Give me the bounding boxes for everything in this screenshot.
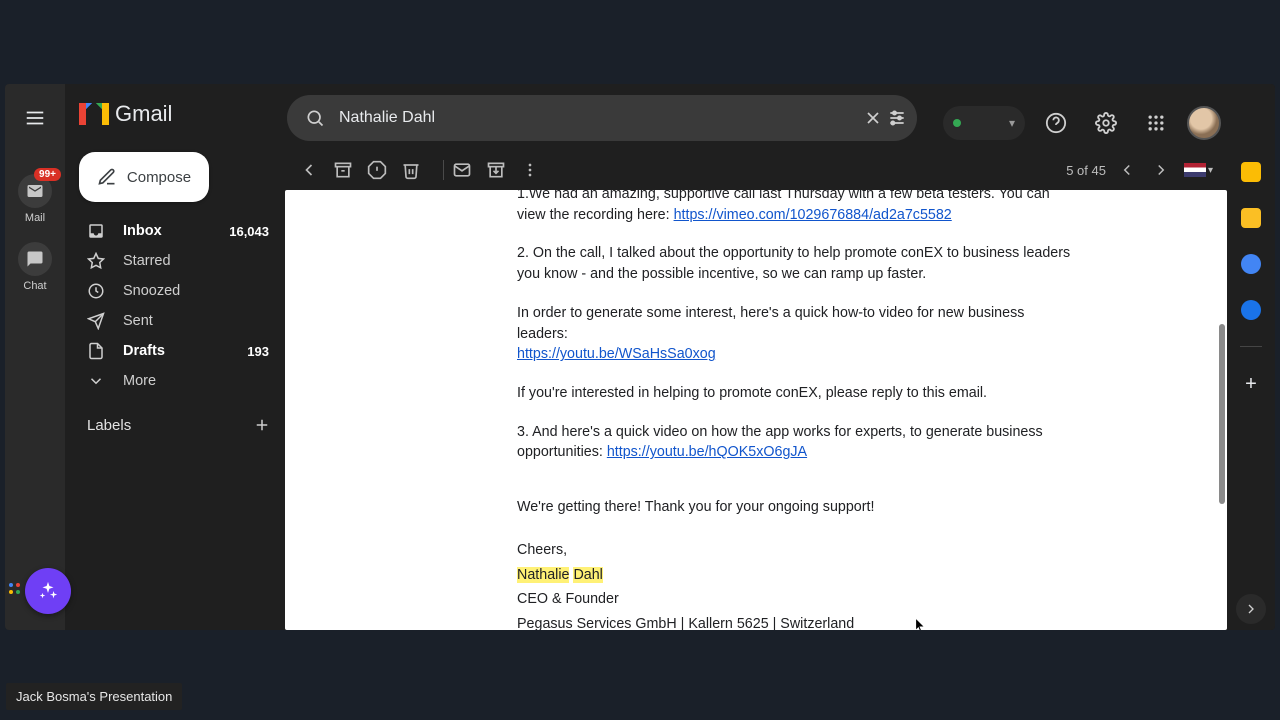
account-avatar[interactable]	[1187, 106, 1221, 140]
labels-header: Labels	[87, 417, 131, 434]
mark-unread-button[interactable]	[452, 160, 486, 180]
more-actions-button[interactable]	[520, 160, 554, 180]
sidebar-item-inbox[interactable]: Inbox 16,043	[65, 216, 285, 246]
search-input[interactable]	[327, 109, 861, 127]
support-button[interactable]	[1037, 104, 1075, 142]
delete-button[interactable]	[401, 160, 435, 180]
sidebar-item-sent[interactable]: Sent	[65, 306, 285, 336]
app-name: Gmail	[115, 101, 172, 127]
hide-side-panel-button[interactable]	[1236, 594, 1266, 624]
body-text: In order to generate some interest, here…	[517, 305, 1024, 342]
message-content: 1.We had an amazing, supportive call las…	[517, 190, 1077, 630]
chevron-down-icon: ▾	[1009, 116, 1015, 130]
left-rail: 99+ Mail Chat	[5, 84, 65, 630]
sidebar: Gmail Compose Inbox 16,043 Starre	[65, 84, 285, 630]
chat-icon	[18, 242, 52, 276]
gmail-logo[interactable]: Gmail	[79, 101, 172, 127]
sidebar-item-label: Drafts	[123, 343, 165, 359]
ai-assistant-button[interactable]	[25, 568, 71, 614]
drafts-count: 193	[247, 344, 277, 359]
inbox-count: 16,043	[229, 224, 277, 239]
rail-app-mail[interactable]: 99+ Mail	[5, 174, 65, 224]
compose-label: Compose	[127, 169, 191, 186]
link-vimeo[interactable]: https://vimeo.com/1029676884/ad2a7c5582	[674, 207, 952, 223]
search-options-button[interactable]	[885, 108, 909, 128]
keep-addon[interactable]	[1241, 208, 1261, 228]
back-button[interactable]	[299, 160, 333, 180]
link-youtube-2[interactable]: https://youtu.be/hQOK5xO6gJA	[607, 444, 807, 460]
sidebar-item-label: Inbox	[123, 223, 162, 239]
calendar-addon[interactable]	[1241, 162, 1261, 182]
search-bar[interactable]	[287, 95, 917, 141]
google-apps-dots-icon	[9, 583, 20, 594]
sidebar-item-starred[interactable]: Starred	[65, 246, 285, 276]
status-selector[interactable]: ▾	[943, 106, 1025, 140]
rail-chat-label: Chat	[23, 280, 46, 292]
prev-message-button[interactable]	[1114, 157, 1140, 183]
message-toolbar: 5 of 45 ▾	[285, 150, 1227, 190]
scrollbar-thumb[interactable]	[1219, 324, 1225, 504]
presenter-caption: Jack Bosma's Presentation	[6, 683, 182, 710]
message-pager: 5 of 45	[1066, 157, 1174, 183]
signature-cheers: Cheers,	[517, 540, 1077, 561]
sidebar-item-snoozed[interactable]: Snoozed	[65, 276, 285, 306]
sidebar-item-more[interactable]: More	[65, 366, 285, 396]
rail-app-chat[interactable]: Chat	[5, 242, 65, 292]
get-addons-button[interactable]: +	[1245, 373, 1257, 396]
clear-search-button[interactable]	[861, 108, 885, 128]
google-apps-button[interactable]	[1137, 104, 1175, 142]
right-side-panel: +	[1227, 84, 1275, 630]
signature-name: Nathalie Dahl	[517, 565, 1077, 586]
archive-button[interactable]	[333, 160, 367, 180]
tasks-addon[interactable]	[1241, 254, 1261, 274]
body-text: We're getting there! Thank you for your …	[517, 497, 1077, 518]
side-panel-divider	[1240, 346, 1262, 347]
signature-company: Pegasus Services GmbH | Kallern 5625 | S…	[517, 614, 1077, 630]
body-text: 2. On the call, I talked about the oppor…	[517, 243, 1077, 284]
send-icon	[87, 312, 105, 330]
settings-button[interactable]	[1087, 104, 1125, 142]
labels-header-row: Labels	[65, 396, 285, 434]
sidebar-item-label: Starred	[123, 253, 171, 269]
search-icon[interactable]	[303, 108, 327, 128]
status-active-dot	[953, 119, 961, 127]
keyboard-icon	[1184, 163, 1206, 177]
pager-text: 5 of 45	[1066, 163, 1106, 178]
file-icon	[87, 342, 105, 360]
move-to-button[interactable]	[486, 160, 520, 180]
chevron-down-icon: ▾	[1208, 165, 1213, 176]
contacts-addon[interactable]	[1241, 300, 1261, 320]
folder-list: Inbox 16,043 Starred Snoozed	[65, 216, 285, 396]
clock-icon	[87, 282, 105, 300]
sidebar-item-drafts[interactable]: Drafts 193	[65, 336, 285, 366]
chevron-down-icon	[87, 372, 105, 390]
input-tools-button[interactable]: ▾	[1184, 163, 1213, 177]
sidebar-item-label: Sent	[123, 313, 153, 329]
report-spam-button[interactable]	[367, 160, 401, 180]
main-menu-button[interactable]	[13, 96, 57, 140]
message-body-panel: 1.We had an amazing, supportive call las…	[285, 190, 1227, 630]
sidebar-item-label: More	[123, 373, 156, 389]
signature-name-first: Nathalie	[517, 567, 569, 583]
sidebar-item-label: Snoozed	[123, 283, 180, 299]
body-text: If you're interested in helping to promo…	[517, 383, 1077, 404]
next-message-button[interactable]	[1148, 157, 1174, 183]
inbox-icon	[87, 222, 105, 240]
signature-name-last: Dahl	[573, 567, 602, 583]
link-youtube-1[interactable]: https://youtu.be/WSaHsSa0xog	[517, 346, 716, 362]
top-bar: ▾	[285, 94, 1227, 142]
toolbar-separator	[443, 160, 444, 180]
gmail-m-icon	[79, 103, 109, 125]
compose-button[interactable]: Compose	[79, 152, 209, 202]
star-icon	[87, 252, 105, 270]
add-label-button[interactable]	[253, 416, 271, 434]
rail-mail-label: Mail	[25, 212, 45, 224]
main-panel: ▾	[285, 84, 1227, 630]
top-right-controls: ▾	[943, 104, 1221, 142]
signature-title: CEO & Founder	[517, 589, 1077, 610]
mail-unread-badge: 99+	[34, 168, 61, 181]
